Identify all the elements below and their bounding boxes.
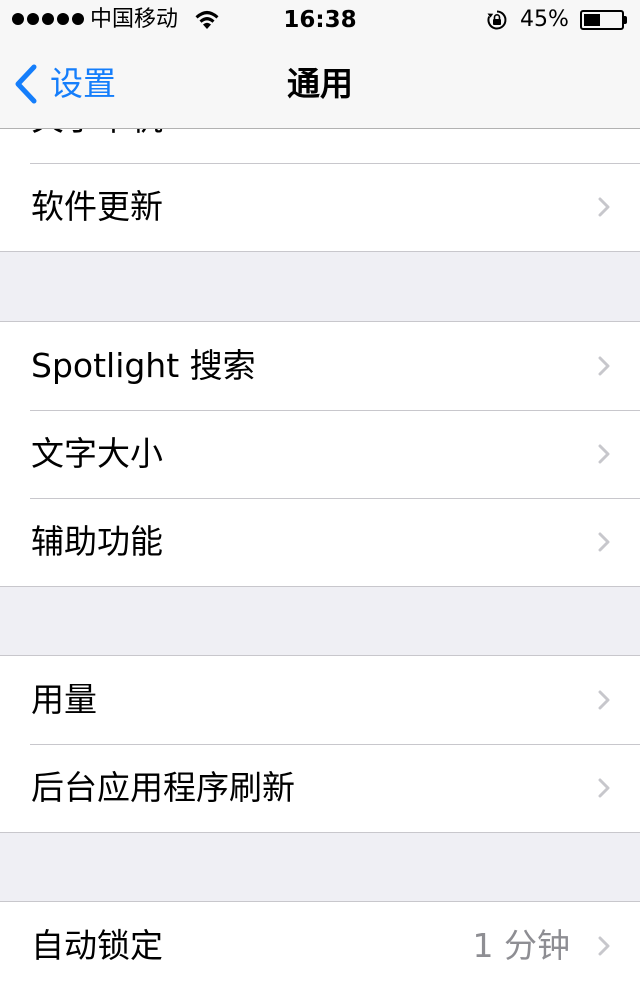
row-auto-lock[interactable]: 自动锁定 1 分钟 <box>0 902 640 990</box>
settings-group-auto-lock: 自动锁定 1 分钟 <box>0 901 640 990</box>
settings-group-usage: 用量 后台应用程序刷新 <box>0 655 640 833</box>
row-label: 后台应用程序刷新 <box>31 768 295 807</box>
status-bar: 中国移动 16:38 45% <box>0 0 640 40</box>
chevron-right-icon <box>598 936 610 956</box>
row-label: 文字大小 <box>31 434 163 473</box>
row-accessibility[interactable]: 辅助功能 <box>0 498 640 586</box>
row-spotlight-search[interactable]: Spotlight 搜索 <box>0 322 640 410</box>
battery-tip <box>624 16 627 24</box>
row-background-app-refresh[interactable]: 后台应用程序刷新 <box>0 744 640 832</box>
navigation-bar: 设置 通用 <box>0 40 640 129</box>
settings-group-display: Spotlight 搜索 文字大小 辅助功能 <box>0 321 640 587</box>
row-label: Spotlight 搜索 <box>31 346 256 385</box>
chevron-right-icon <box>598 356 610 376</box>
battery-fill <box>584 14 600 26</box>
row-label: 辅助功能 <box>31 522 163 561</box>
row-label: 软件更新 <box>31 187 163 226</box>
signal-dots-icon <box>12 13 84 25</box>
chevron-left-icon <box>15 64 37 104</box>
back-button[interactable]: 设置 <box>14 62 116 106</box>
row-usage[interactable]: 用量 <box>0 656 640 744</box>
chevron-right-icon <box>598 532 610 552</box>
chevron-right-icon <box>598 197 610 217</box>
wifi-icon <box>195 10 219 29</box>
row-text-size[interactable]: 文字大小 <box>0 410 640 498</box>
row-software-update[interactable]: 软件更新 <box>0 163 640 251</box>
row-label: 用量 <box>31 680 97 719</box>
page-title: 通用 <box>287 64 353 103</box>
battery-percent: 45% <box>520 7 569 32</box>
status-time: 16:38 <box>283 7 357 33</box>
carrier-name: 中国移动 <box>90 7 179 32</box>
chevron-right-icon <box>598 444 610 464</box>
row-label: 自动锁定 <box>31 926 163 965</box>
back-button-label: 设置 <box>50 64 116 103</box>
battery-icon <box>580 10 624 30</box>
row-value: 1 分钟 <box>472 926 571 965</box>
rotation-lock-icon <box>487 10 507 30</box>
chevron-right-icon <box>598 690 610 710</box>
chevron-right-icon <box>598 778 610 798</box>
